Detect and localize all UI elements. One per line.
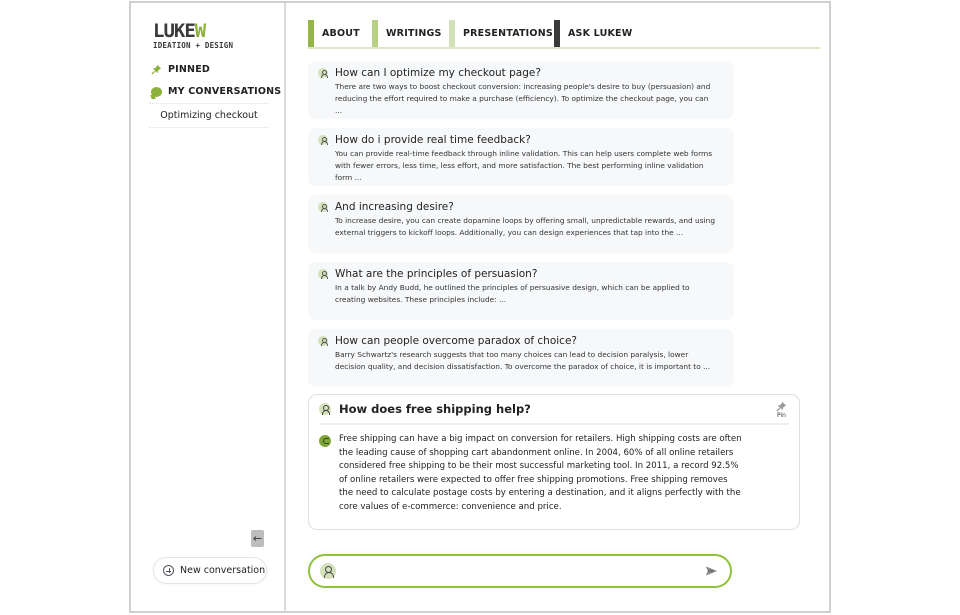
user-avatar-icon [318, 68, 328, 78]
lukew-bot-avatar-icon [319, 435, 331, 447]
sidebar-item-my-conversations[interactable]: MY CONVERSATIONS [151, 86, 281, 97]
logo-tagline: IDEATION + DESIGN [153, 41, 234, 50]
sidebar-item-pinned[interactable]: PINNED [151, 64, 210, 75]
pin-button[interactable]: Pin [776, 401, 787, 419]
history-card[interactable]: How do i provide real time feedback? You… [308, 128, 734, 186]
user-avatar-icon [320, 563, 336, 579]
active-question: How does free shipping help? [339, 402, 531, 416]
history-question: How can I optimize my checkout page? [335, 67, 541, 79]
send-icon[interactable] [705, 565, 718, 577]
top-nav-tabs: ABOUT WRITINGS PRESENTATIONS ASK LUKEW [308, 20, 820, 49]
tab-about[interactable]: ABOUT [308, 20, 372, 47]
logo-text-green: W [194, 20, 206, 42]
conversation-list: Optimizing checkout [149, 103, 269, 128]
arrow-left-icon: ← [252, 532, 263, 545]
user-avatar-icon [318, 135, 328, 145]
app-window: LUKE W IDEATION + DESIGN PINNED MY CONVER… [129, 1, 831, 613]
history-card[interactable]: How can I optimize my checkout page? The… [308, 61, 734, 119]
active-answer-card: How does free shipping help? Pin Free sh… [308, 394, 800, 530]
history-question: How can people overcome paradox of choic… [335, 335, 577, 347]
sidebar-item-label: PINNED [168, 64, 210, 75]
conversation-history: How can I optimize my checkout page? The… [308, 61, 734, 396]
user-avatar-icon [318, 202, 328, 212]
message-input[interactable] [344, 561, 694, 581]
history-answer: In a talk by Andy Budd, he outlined the … [335, 283, 690, 304]
active-answer-body: Free shipping can have a big impact on c… [319, 433, 749, 514]
collapse-sidebar-button[interactable]: ← [251, 530, 264, 547]
user-avatar-icon [318, 269, 328, 279]
history-question: And increasing desire? [335, 201, 454, 213]
history-card[interactable]: How can people overcome paradox of choic… [308, 329, 734, 387]
sidebar: LUKE W IDEATION + DESIGN PINNED MY CONVER… [131, 3, 286, 611]
logo-text-dark: LUKE [153, 20, 196, 42]
pin-icon [776, 401, 787, 412]
main-content: ABOUT WRITINGS PRESENTATIONS ASK LUKEW H… [288, 3, 829, 611]
user-avatar-icon [318, 336, 328, 346]
history-answer: To increase desire, you can create dopam… [335, 216, 716, 237]
user-avatar-icon [319, 403, 331, 415]
tab-presentations[interactable]: PRESENTATIONS [449, 20, 554, 47]
pin-label: Pin [777, 412, 786, 419]
pin-icon [151, 64, 162, 75]
history-answer: There are two ways to boost checkout con… [335, 82, 711, 115]
history-question: What are the principles of persuasion? [335, 268, 538, 280]
chat-bubble-icon [151, 86, 162, 97]
active-question-header: How does free shipping help? Pin [319, 395, 789, 425]
tab-writings[interactable]: WRITINGS [372, 20, 449, 47]
tab-ask-lukew[interactable]: ASK LUKEW [554, 20, 674, 47]
active-answer-text: Free shipping can have a big impact on c… [339, 434, 742, 512]
history-answer: You can provide real-time feedback throu… [335, 149, 713, 182]
message-composer [308, 554, 732, 588]
history-card[interactable]: And increasing desire? To increase desir… [308, 195, 734, 253]
history-question: How do i provide real time feedback? [335, 134, 531, 146]
new-conversation-button[interactable]: New conversation [153, 557, 267, 584]
history-card[interactable]: What are the principles of persuasion? I… [308, 262, 734, 320]
sidebar-item-label: MY CONVERSATIONS [168, 86, 282, 97]
plus-circle-icon [163, 565, 174, 576]
history-answer: Barry Schwartz's research suggests that … [335, 350, 711, 371]
conversation-item[interactable]: Optimizing checkout [149, 104, 269, 127]
new-conversation-label: New conversation [180, 565, 266, 576]
lukew-logo[interactable]: LUKE W IDEATION + DESIGN [153, 20, 247, 51]
